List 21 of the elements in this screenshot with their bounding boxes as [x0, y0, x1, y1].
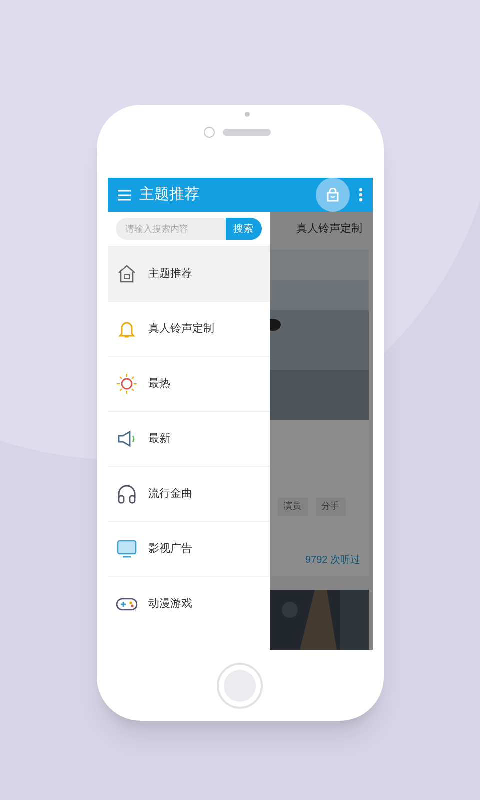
- menu-item[interactable]: 最新: [108, 411, 270, 466]
- monitor-icon: [116, 538, 138, 560]
- shop-button[interactable]: [316, 178, 350, 212]
- bag-icon: [326, 188, 340, 202]
- menu-icon[interactable]: [118, 190, 130, 200]
- camera-icon: [204, 127, 214, 138]
- menu-item[interactable]: 主题推荐: [108, 246, 270, 301]
- menu-item[interactable]: 动漫游戏: [108, 576, 270, 631]
- menu-item[interactable]: 真人铃声定制: [108, 301, 270, 356]
- menu-item[interactable]: 最热: [108, 356, 270, 411]
- headphones-icon: [116, 483, 138, 505]
- play-count: 9792 次听过: [305, 554, 360, 568]
- sun-icon: [116, 373, 138, 395]
- speaker-slot: [222, 129, 270, 136]
- app-title: 主题推荐: [140, 184, 200, 205]
- search-field[interactable]: 请输入搜索内容: [116, 218, 226, 240]
- speaker-icon: [116, 428, 138, 450]
- menu-item[interactable]: 影视广告: [108, 521, 270, 576]
- more-icon[interactable]: [358, 188, 362, 202]
- menu-item[interactable]: 流行金曲: [108, 466, 270, 521]
- tab-label[interactable]: 真人铃声定制: [296, 220, 362, 238]
